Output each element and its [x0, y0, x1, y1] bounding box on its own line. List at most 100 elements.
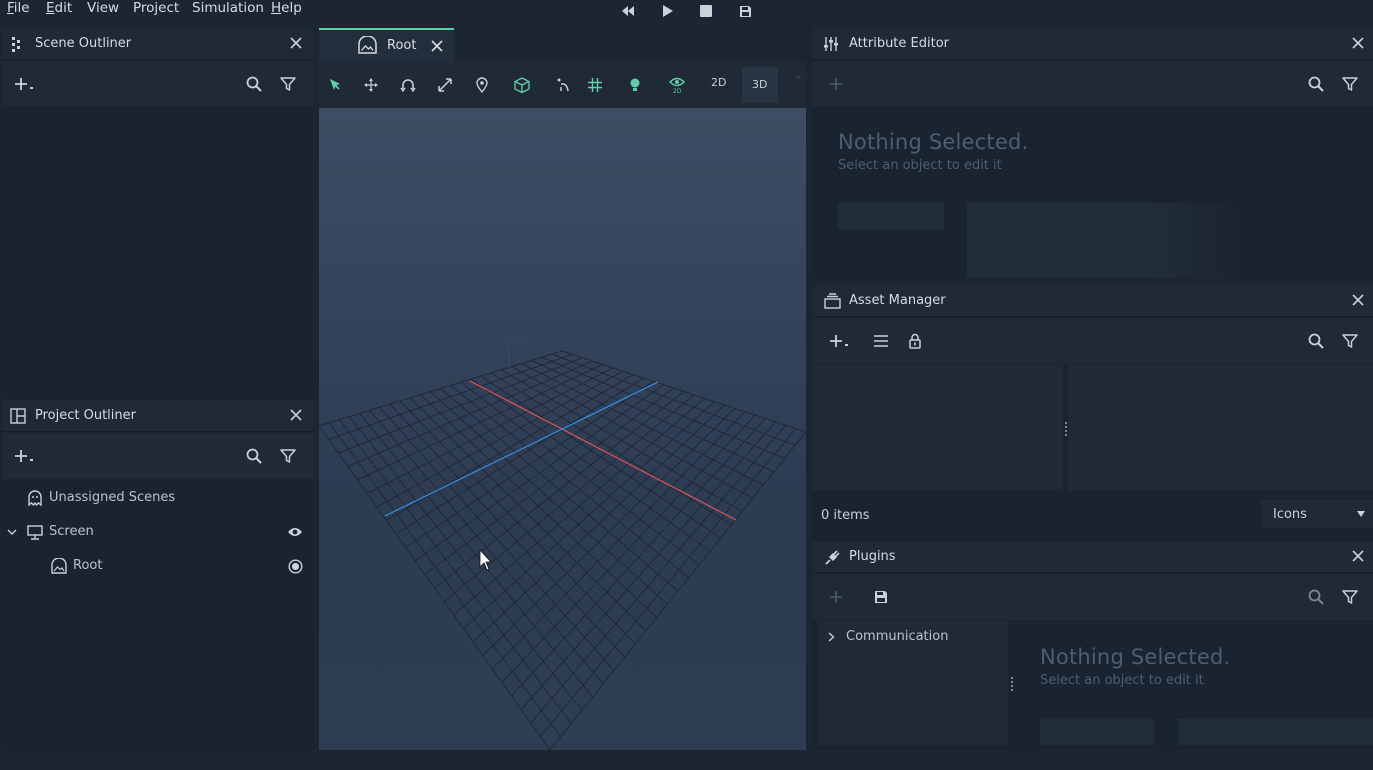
scene-icon — [50, 557, 68, 575]
close-icon[interactable] — [1351, 293, 1367, 309]
scene-outliner-header: Scene Outliner — [2, 28, 313, 60]
3d-viewport[interactable] — [319, 108, 806, 750]
tree-item-unassigned-scenes[interactable]: Unassigned Scenes — [2, 484, 313, 512]
active-scene-icon[interactable] — [287, 558, 303, 574]
asset-grid[interactable] — [1068, 365, 1373, 491]
rotate-tool-icon[interactable] — [397, 74, 419, 96]
filter-icon[interactable] — [1339, 330, 1361, 352]
add-menu-icon[interactable] — [14, 445, 36, 467]
project-icon — [10, 408, 26, 424]
scene-icon — [357, 35, 377, 55]
caret-down-icon — [1355, 509, 1367, 519]
lighting-icon[interactable] — [624, 74, 646, 96]
visibility-2d-icon[interactable]: 2D — [666, 74, 688, 96]
mode-2d-button[interactable]: 2D — [711, 76, 726, 89]
plugins-panel: Plugins Communication Nothing Selected. … — [813, 541, 1373, 750]
menu-edit[interactable]: Edit — [46, 0, 72, 16]
tab-label: Root — [387, 38, 417, 53]
list-view-icon[interactable] — [870, 330, 892, 352]
rewind-icon[interactable] — [619, 2, 637, 20]
pivot-tool-icon[interactable] — [471, 74, 493, 96]
menu-view[interactable]: View — [87, 0, 119, 16]
plugins-header: Plugins — [813, 541, 1373, 573]
search-icon[interactable] — [243, 445, 265, 467]
asset-manager-panel: Asset Manager 0 items Icons — [813, 285, 1373, 541]
placeholder-block — [838, 203, 944, 229]
search-icon[interactable] — [1305, 330, 1327, 352]
project-outliner-panel: Project Outliner Unassigned Scenes Scree… — [2, 400, 313, 750]
save-icon[interactable] — [737, 2, 753, 20]
snap-icon[interactable] — [553, 74, 575, 96]
plugins-toolbar — [813, 574, 1373, 620]
lock-icon[interactable] — [904, 330, 926, 352]
empty-state-subtitle: Select an object to edit it — [838, 158, 1002, 173]
asset-manager-header: Asset Manager — [813, 285, 1373, 317]
close-icon[interactable] — [289, 408, 305, 424]
save-icon[interactable] — [870, 586, 892, 608]
local-space-icon[interactable] — [511, 74, 533, 96]
item-count: 0 items — [821, 508, 870, 523]
filter-icon[interactable] — [277, 445, 299, 467]
sliders-icon — [823, 36, 839, 52]
tree-item-label: Unassigned Scenes — [49, 490, 176, 505]
add-menu-icon[interactable] — [829, 330, 851, 352]
add-menu-icon[interactable] — [14, 73, 36, 95]
add-icon[interactable] — [825, 73, 847, 95]
placeholder-block — [1178, 719, 1373, 745]
scene-outliner-panel: Scene Outliner — [2, 28, 313, 398]
panel-title: Scene Outliner — [35, 36, 132, 51]
outliner-icon — [10, 36, 24, 52]
asset-stack-icon — [823, 293, 841, 309]
attribute-editor-header: Attribute Editor — [813, 28, 1373, 60]
add-icon[interactable] — [825, 586, 847, 608]
mode-3d-label: 3D — [752, 78, 768, 91]
play-icon[interactable] — [660, 2, 676, 20]
panel-title: Attribute Editor — [849, 36, 950, 51]
monitor-icon — [26, 523, 44, 541]
close-icon[interactable] — [289, 36, 305, 52]
menu-project[interactable]: Project — [133, 0, 179, 16]
eye-icon[interactable] — [286, 524, 304, 540]
grid-icon[interactable] — [584, 74, 606, 96]
scale-tool-icon[interactable] — [434, 74, 456, 96]
close-icon[interactable] — [429, 38, 445, 54]
tree-item-communication[interactable]: Communication — [818, 624, 1008, 650]
tab-root[interactable]: Root — [319, 28, 454, 62]
filter-icon[interactable] — [1339, 73, 1361, 95]
menu-help[interactable]: Help — [271, 0, 302, 16]
mode-3d-button[interactable]: 3D — [742, 67, 778, 103]
select-tool-icon[interactable] — [324, 74, 346, 96]
tree-item-screen[interactable]: Screen — [2, 518, 313, 546]
chevron-right-icon[interactable] — [826, 631, 836, 643]
menu-simulation[interactable]: Simulation — [192, 0, 264, 16]
filter-icon[interactable] — [1339, 586, 1361, 608]
close-icon[interactable] — [1351, 549, 1367, 565]
move-tool-icon[interactable] — [360, 74, 382, 96]
overflow-chevron-icon[interactable]: » — [795, 70, 802, 83]
menu-file[interactable]: File — [7, 0, 30, 16]
search-icon[interactable] — [1305, 586, 1327, 608]
placeholder-block — [967, 203, 1367, 278]
scene-outliner-toolbar — [2, 61, 313, 107]
filter-icon[interactable] — [277, 73, 299, 95]
asset-folder-tree[interactable] — [813, 365, 1063, 491]
tree-item-root[interactable]: Root — [2, 552, 313, 580]
empty-state-title: Nothing Selected. — [838, 130, 1029, 154]
attribute-editor-toolbar — [813, 61, 1373, 107]
tree-item-label: Communication — [846, 629, 949, 644]
panel-title: Project Outliner — [35, 408, 136, 423]
splitter-handle[interactable] — [1011, 677, 1013, 691]
tree-item-label: Screen — [49, 524, 94, 539]
chevron-down-icon[interactable] — [6, 526, 18, 538]
plugin-tree: Communication — [818, 621, 1008, 745]
search-icon[interactable] — [243, 73, 265, 95]
search-icon[interactable] — [1305, 73, 1327, 95]
close-icon[interactable] — [1351, 36, 1367, 52]
view-mode-select[interactable]: Icons — [1261, 500, 1373, 528]
attribute-editor-panel: Attribute Editor Nothing Selected. Selec… — [813, 28, 1373, 278]
view-mode-value: Icons — [1273, 507, 1307, 522]
splitter-handle[interactable] — [1065, 422, 1067, 436]
plug-icon — [823, 549, 841, 565]
asset-manager-toolbar — [813, 318, 1373, 364]
stop-icon[interactable] — [698, 2, 714, 20]
